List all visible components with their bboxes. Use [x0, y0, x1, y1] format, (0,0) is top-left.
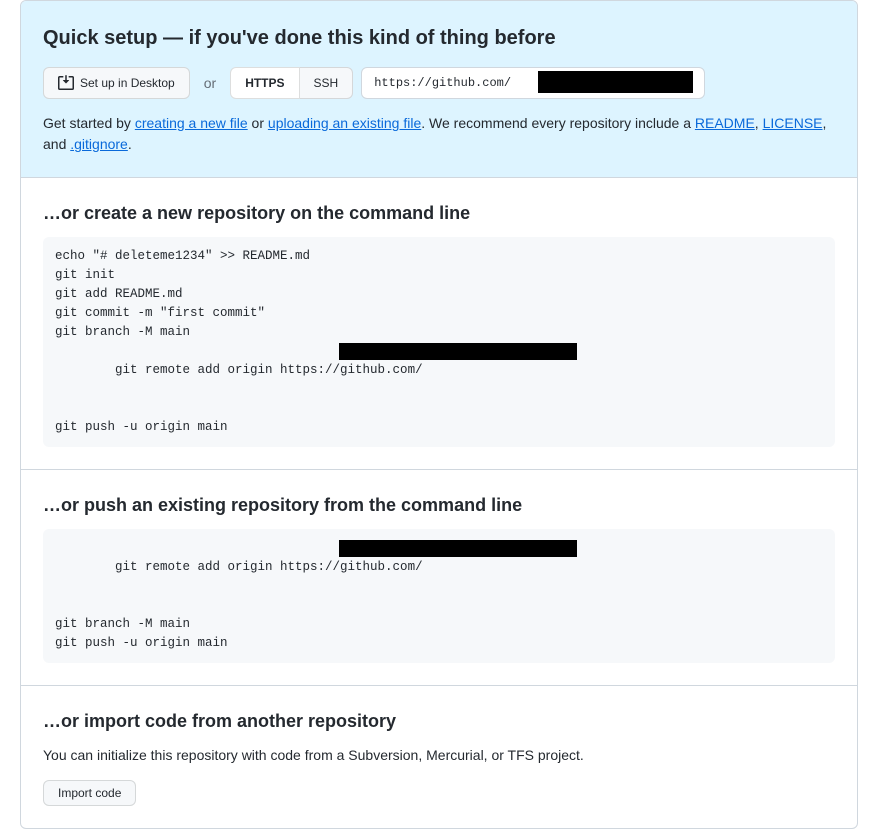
quick-setup-panel: Quick setup — if you've done this kind o…: [21, 1, 857, 178]
code-text: git remote add origin https://github.com…: [115, 363, 423, 377]
set-up-in-desktop-button[interactable]: Set up in Desktop: [43, 67, 190, 99]
redacted-repo-path: [339, 540, 577, 557]
create-new-title: …or create a new repository on the comma…: [43, 200, 835, 227]
redacted-repo-path: [339, 343, 577, 360]
clone-url-wrap: [361, 67, 705, 99]
code-line: git commit -m "first commit": [55, 304, 823, 323]
code-line: git push -u origin main: [55, 418, 823, 437]
code-line: git remote add origin https://github.com…: [55, 342, 823, 418]
help-text-prefix: Get started by: [43, 115, 135, 131]
readme-link[interactable]: README: [695, 115, 755, 131]
code-text: git remote add origin https://github.com…: [115, 560, 423, 574]
import-code-description: You can initialize this repository with …: [43, 745, 835, 766]
https-toggle-button[interactable]: HTTPS: [230, 67, 299, 99]
or-separator: or: [204, 73, 216, 94]
code-line: git remote add origin https://github.com…: [55, 539, 823, 615]
code-line: git branch -M main: [55, 323, 823, 342]
import-code-title: …or import code from another repository: [43, 708, 835, 735]
import-code-button[interactable]: Import code: [43, 780, 136, 806]
create-new-repo-section: …or create a new repository on the comma…: [21, 178, 857, 469]
clone-url-input[interactable]: [361, 67, 705, 99]
push-existing-title: …or push an existing repository from the…: [43, 492, 835, 519]
code-line: git add README.md: [55, 285, 823, 304]
desktop-download-icon: [58, 75, 74, 91]
help-text-middle1: or: [248, 115, 268, 131]
ssh-toggle-button[interactable]: SSH: [300, 67, 354, 99]
create-new-code-block[interactable]: echo "# deleteme1234" >> README.md git i…: [43, 237, 835, 447]
protocol-toggle: HTTPS SSH: [230, 67, 353, 99]
empty-repo-setup: Quick setup — if you've done this kind o…: [20, 0, 858, 829]
desktop-button-label: Set up in Desktop: [80, 73, 175, 93]
setup-options-row: Set up in Desktop or HTTPS SSH: [43, 67, 835, 99]
code-line: git init: [55, 266, 823, 285]
push-existing-code-block[interactable]: git remote add origin https://github.com…: [43, 529, 835, 663]
push-existing-section: …or push an existing repository from the…: [21, 469, 857, 685]
code-line: git branch -M main: [55, 615, 823, 634]
code-line: git push -u origin main: [55, 634, 823, 653]
creating-new-file-link[interactable]: creating a new file: [135, 115, 248, 131]
quick-setup-help-text: Get started by creating a new file or up…: [43, 113, 835, 155]
help-text-sep1: ,: [755, 115, 763, 131]
import-code-section: …or import code from another repository …: [21, 685, 857, 828]
help-text-end: .: [128, 136, 132, 152]
license-link[interactable]: LICENSE: [763, 115, 823, 131]
code-line: echo "# deleteme1234" >> README.md: [55, 247, 823, 266]
uploading-existing-file-link[interactable]: uploading an existing file: [268, 115, 421, 131]
help-text-middle2: . We recommend every repository include …: [421, 115, 695, 131]
quick-setup-title: Quick setup — if you've done this kind o…: [43, 23, 835, 53]
gitignore-link[interactable]: .gitignore: [70, 136, 128, 152]
